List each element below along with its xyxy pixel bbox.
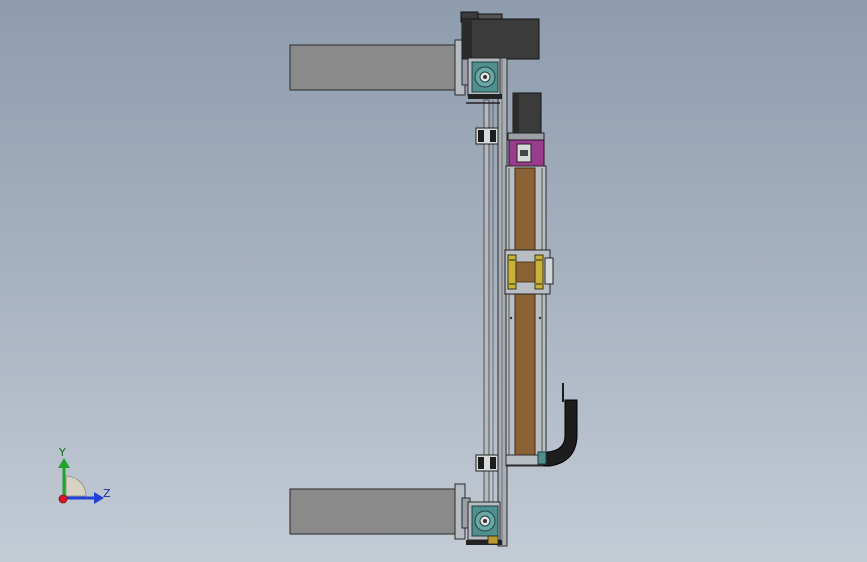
coupling-block xyxy=(508,139,545,169)
linear-module-motor xyxy=(507,92,545,141)
upper-rod-clamp xyxy=(475,127,499,145)
coordinate-triad: Y Z xyxy=(58,446,111,504)
lower-cylinder xyxy=(289,483,471,540)
upper-cylinder xyxy=(289,39,471,96)
linear-module xyxy=(505,165,547,467)
top-motor xyxy=(460,11,540,60)
carriage xyxy=(504,249,554,295)
y-axis-label: Y xyxy=(58,446,66,459)
cad-viewport[interactable]: Y Z xyxy=(0,0,867,562)
z-axis-label: Z xyxy=(103,487,111,500)
lower-rod-clamp xyxy=(475,454,499,472)
bottom-pulley xyxy=(466,501,502,545)
top-pulley xyxy=(466,57,502,104)
